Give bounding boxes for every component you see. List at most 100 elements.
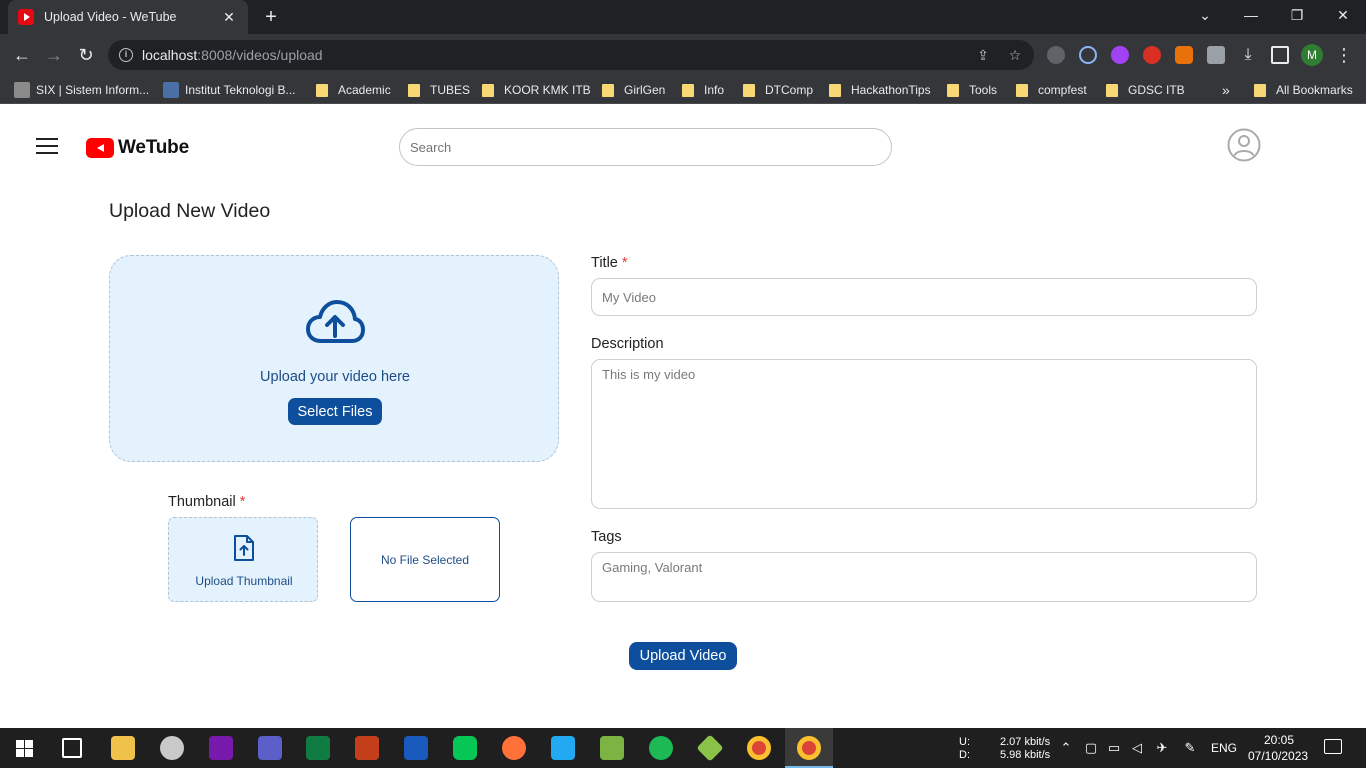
net-up-label: U: [959, 736, 970, 748]
browser-menu-icon[interactable]: ⋮ [1332, 43, 1356, 67]
minimize-button[interactable]: — [1228, 0, 1274, 30]
folder-icon [1254, 83, 1266, 97]
forward-arrow-icon[interactable]: → [42, 43, 66, 67]
restore-button[interactable]: ❐ [1274, 0, 1320, 30]
airplane-mode-icon[interactable]: ✈ [1154, 740, 1170, 756]
bookmark-folder-dtcomp[interactable]: DTComp [743, 82, 813, 98]
language-indicator[interactable]: ENG [1211, 741, 1237, 755]
word-icon[interactable] [404, 736, 428, 760]
line-icon[interactable] [453, 736, 477, 760]
bookmark-folder-tools[interactable]: Tools [947, 82, 997, 98]
tab-search-icon[interactable]: ⌄ [1182, 0, 1228, 30]
title-label: Title * [591, 255, 628, 271]
menu-hamburger-icon[interactable] [36, 138, 58, 154]
browser-tab-strip: Upload Video - WeTube ✕ + ⌄ — ❐ ✕ [0, 0, 1366, 34]
tab-close-icon[interactable]: ✕ [220, 9, 238, 26]
task-view-icon[interactable] [62, 738, 82, 758]
reload-icon[interactable]: ↻ [74, 43, 98, 67]
firefox-icon[interactable] [502, 736, 526, 760]
teams-icon[interactable] [258, 736, 282, 760]
account-circle-icon[interactable] [1227, 128, 1261, 162]
wetube-favicon-icon [18, 9, 34, 25]
chrome-icon[interactable] [747, 736, 771, 760]
bookmark-folder-koor[interactable]: KOOR KMK ITB [482, 82, 591, 98]
tags-input[interactable] [591, 552, 1257, 602]
clock-time[interactable]: 20:05 [1264, 733, 1294, 747]
video-dropzone[interactable]: Upload your video here Select Files [109, 255, 559, 462]
page-title: Upload New Video [109, 200, 271, 222]
bookmark-itb[interactable]: Institut Teknologi B... [163, 82, 296, 98]
dropzone-text: Upload your video here [260, 369, 410, 385]
url-text[interactable]: localhost:8008/videos/upload [142, 47, 323, 63]
spotify-icon[interactable] [649, 736, 673, 760]
description-textarea[interactable] [591, 359, 1257, 509]
search-input[interactable] [399, 128, 892, 166]
bookmark-six[interactable]: SIX | Sistem Inform... [14, 82, 149, 98]
notifications-icon[interactable] [1324, 739, 1342, 754]
share-icon[interactable]: ⇪ [974, 46, 992, 64]
site-info-icon[interactable]: i [119, 48, 133, 62]
new-tab-button[interactable]: + [260, 6, 282, 28]
tray-device-icon[interactable]: ▢ [1083, 740, 1099, 756]
folder-icon [482, 83, 494, 97]
folder-icon [1106, 83, 1118, 97]
extension-color-icon[interactable] [1111, 46, 1129, 64]
title-input[interactable] [591, 278, 1257, 316]
battery-icon[interactable]: ▭ [1106, 740, 1122, 756]
upload-thumbnail-label: Upload Thumbnail [195, 574, 293, 588]
browser-tab-active[interactable]: Upload Video - WeTube ✕ [8, 0, 248, 34]
tray-chevron-up-icon[interactable]: ⌃ [1058, 740, 1074, 756]
bookmark-folder-tubes[interactable]: TUBES [408, 82, 470, 98]
extension-incognito-icon[interactable] [1047, 46, 1065, 64]
extension-off-icon[interactable] [1175, 46, 1193, 64]
bookmark-folder-girlgen[interactable]: GirlGen [602, 82, 665, 98]
brand-logo[interactable]: WeTube [86, 137, 189, 159]
volume-icon[interactable]: ◁ [1129, 740, 1145, 756]
bookmark-star-icon[interactable]: ☆ [1006, 46, 1024, 64]
extensions-puzzle-icon[interactable] [1207, 46, 1225, 64]
download-icon[interactable]: ⤓ [1236, 43, 1260, 67]
description-label: Description [591, 336, 664, 352]
thumbnail-label: Thumbnail * [168, 494, 246, 510]
itb-favicon-icon [163, 82, 179, 98]
file-upload-icon [234, 535, 254, 561]
profile-avatar[interactable]: M [1301, 44, 1323, 66]
pen-icon[interactable]: ✎ [1182, 740, 1198, 756]
folder-icon [743, 83, 755, 97]
bookmark-folder-info[interactable]: Info [682, 82, 724, 98]
folder-icon [682, 83, 694, 97]
bookmark-folder-academic[interactable]: Academic [316, 82, 391, 98]
bookmark-folder-compfest[interactable]: compfest [1016, 82, 1087, 98]
select-files-button[interactable]: Select Files [288, 398, 382, 425]
browser-toolbar: ← → ↻ i localhost:8008/videos/upload ⇪ ☆… [0, 34, 1366, 76]
folder-icon [408, 83, 420, 97]
android-studio-icon[interactable] [600, 736, 624, 760]
powerpoint-icon[interactable] [355, 736, 379, 760]
snipping-tool-icon[interactable] [160, 736, 184, 760]
chrome-active-icon[interactable] [797, 736, 821, 760]
file-explorer-icon[interactable] [111, 736, 135, 760]
layers-app-icon[interactable] [696, 734, 724, 762]
side-panel-icon[interactable] [1271, 46, 1289, 64]
close-window-button[interactable]: ✕ [1320, 0, 1366, 30]
windows-start-icon[interactable] [16, 740, 33, 757]
bookmarks-overflow-icon[interactable]: » [1222, 82, 1230, 98]
extension-react-icon[interactable] [1079, 46, 1097, 64]
address-bar[interactable]: i localhost:8008/videos/upload ⇪ ☆ [108, 40, 1034, 70]
upload-thumbnail-button[interactable]: Upload Thumbnail [168, 517, 318, 602]
vscode-icon[interactable] [551, 736, 575, 760]
onenote-icon[interactable] [209, 736, 233, 760]
back-arrow-icon[interactable]: ← [10, 43, 34, 67]
net-down-speed: 5.98 kbit/s [1000, 749, 1051, 761]
bookmark-folder-hackathontips[interactable]: HackathonTips [829, 82, 931, 98]
bookmark-folder-gdsc[interactable]: GDSC ITB [1106, 82, 1185, 98]
extension-adblock-icon[interactable] [1143, 46, 1161, 64]
cloud-upload-icon [306, 300, 365, 343]
all-bookmarks[interactable]: All Bookmarks [1254, 82, 1353, 98]
clock-date[interactable]: 07/10/2023 [1248, 749, 1308, 763]
excel-icon[interactable] [306, 736, 330, 760]
tab-title: Upload Video - WeTube [44, 10, 177, 24]
folder-icon [947, 83, 959, 97]
upload-video-button[interactable]: Upload Video [629, 642, 737, 670]
no-file-selected-text: No File Selected [380, 553, 470, 567]
